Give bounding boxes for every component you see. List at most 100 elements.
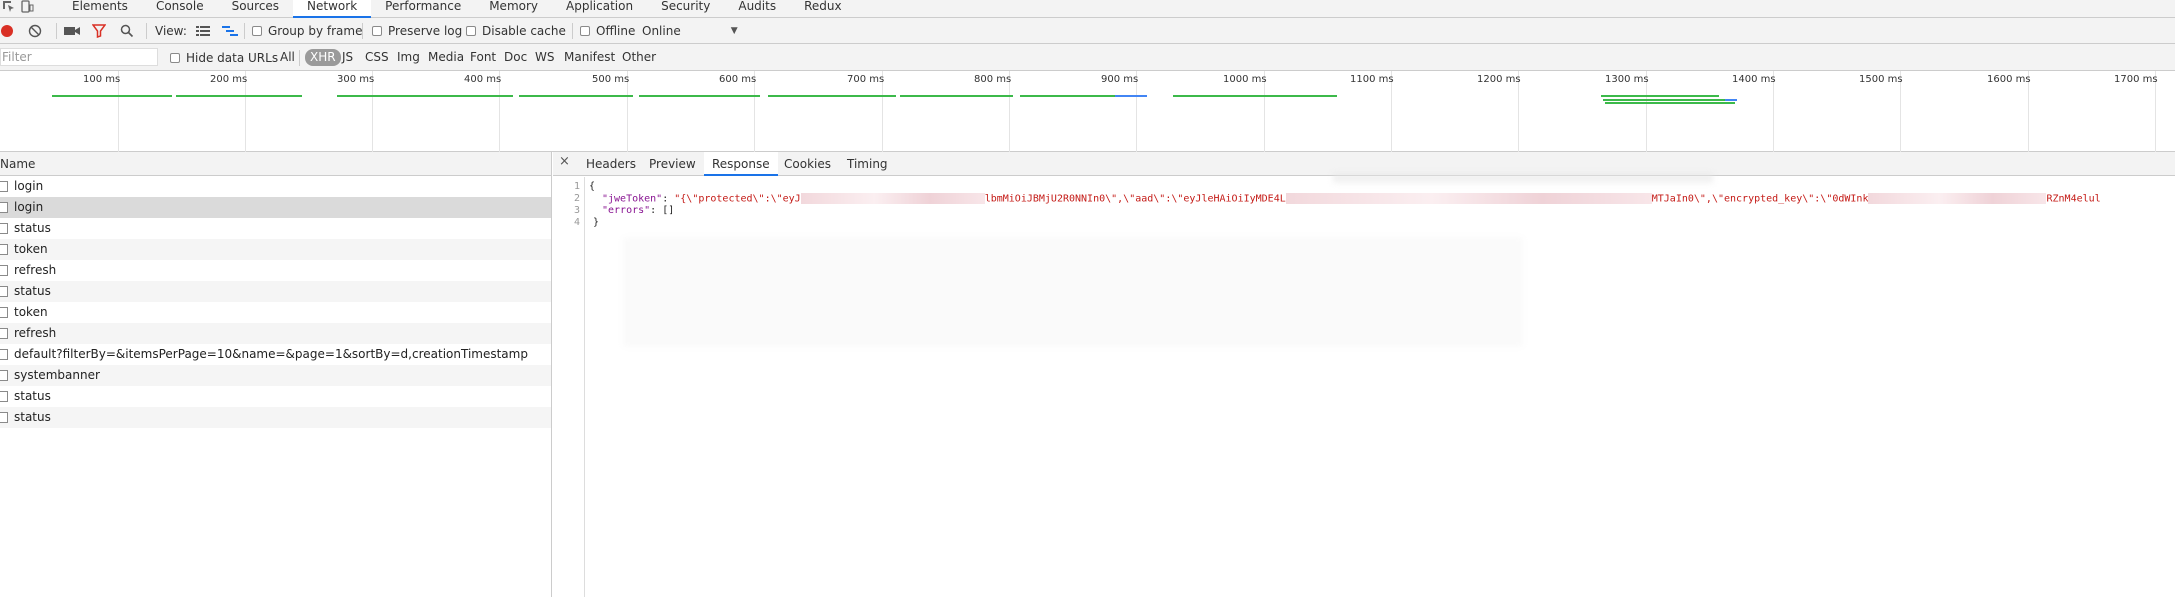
throttling-select[interactable]: Online ▼: [642, 18, 738, 44]
clear-button[interactable]: [28, 18, 42, 44]
offline-label: Offline: [596, 24, 636, 38]
request-name: status: [14, 389, 51, 403]
request-row[interactable]: status: [0, 281, 551, 302]
preserve-log-label: Preserve log: [388, 24, 463, 38]
timeline-tick-label: 600 ms: [719, 74, 757, 85]
tab-response[interactable]: Response: [704, 152, 778, 176]
filter-input[interactable]: [0, 48, 158, 66]
throttling-value: Online: [642, 24, 681, 38]
timeline-tick-label: 200 ms: [210, 74, 248, 85]
json-value-jwe-part: MTJaIn0\",\"encrypted_key\":\"0dWInk: [1651, 193, 1869, 205]
xhr-file-icon: [0, 202, 8, 213]
timeline-tick-label: 1500 ms: [1859, 74, 1903, 85]
timeline-request-bar: [1115, 95, 1147, 97]
line-number: 4: [573, 217, 580, 228]
network-toolbar: View: Group by frame Preserve log Disabl…: [0, 18, 2175, 44]
screenshot-capture-button[interactable]: [64, 18, 80, 44]
timeline-request-bar: [900, 95, 1013, 97]
tab-redux[interactable]: Redux: [790, 0, 856, 18]
tab-console[interactable]: Console: [142, 0, 218, 18]
code-line: "jweToken": "{\"protected\":\"eyJ lbmMiOi…: [602, 193, 2101, 205]
close-icon[interactable]: ×: [559, 154, 570, 169]
timeline-tick-label: 400 ms: [464, 74, 502, 85]
large-rows-button[interactable]: [196, 18, 210, 44]
filter-type-img[interactable]: Img: [394, 49, 423, 66]
request-name: refresh: [14, 326, 57, 340]
checkbox-box: [580, 26, 590, 36]
request-row[interactable]: default?filterBy=&itemsPerPage=10&name=&…: [0, 344, 551, 365]
line-number-gutter: 1 2 3 4: [553, 177, 585, 597]
json-key-errors: "errors": [602, 205, 651, 216]
hide-data-urls-label: Hide data URLs: [186, 50, 279, 65]
tab-application[interactable]: Application: [552, 0, 647, 18]
filter-type-xhr[interactable]: XHR: [305, 49, 341, 66]
toolbar-divider: [56, 23, 57, 39]
dropdown-arrow-icon: ▼: [730, 26, 738, 36]
group-by-frame-checkbox[interactable]: Group by frame: [252, 18, 362, 44]
tab-preview[interactable]: Preview: [641, 152, 704, 176]
timeline-tick-label: 800 ms: [974, 74, 1012, 85]
timeline-tick-label: 700 ms: [847, 74, 885, 85]
request-row[interactable]: status: [0, 218, 551, 239]
timeline-request-bar: [1603, 99, 1733, 101]
request-row[interactable]: token: [0, 239, 551, 260]
tab-sources[interactable]: Sources: [218, 0, 293, 18]
filter-type-ws[interactable]: WS: [532, 49, 557, 66]
json-close-brace: }: [593, 217, 600, 228]
name-column-header[interactable]: Name: [0, 152, 551, 176]
waterfall-icon: [222, 26, 238, 36]
search-button[interactable]: [120, 18, 134, 44]
request-row[interactable]: systembanner: [0, 365, 551, 386]
offline-checkbox[interactable]: Offline: [580, 18, 635, 44]
tab-cookies[interactable]: Cookies: [776, 152, 839, 176]
filter-type-doc[interactable]: Doc: [501, 49, 530, 66]
filter-type-font[interactable]: Font: [467, 49, 499, 66]
redacted-block: [1868, 193, 2047, 204]
filter-toggle-button[interactable]: [92, 18, 106, 44]
waterfall-view-button[interactable]: [222, 18, 238, 44]
timeline-tick-label: 100 ms: [83, 74, 121, 85]
tab-network[interactable]: Network: [293, 0, 372, 18]
xhr-file-icon: [0, 307, 8, 318]
request-row[interactable]: login: [0, 197, 551, 218]
tab-performance[interactable]: Performance: [371, 0, 475, 18]
device-toolbar-icon[interactable]: [20, 0, 34, 14]
request-row[interactable]: refresh: [0, 323, 551, 344]
request-name: token: [14, 305, 48, 319]
line-number: 2: [573, 193, 580, 204]
panel-tabs: Elements Console Sources Network Perform…: [58, 0, 856, 18]
filter-type-media[interactable]: Media: [425, 49, 467, 66]
tab-timing[interactable]: Timing: [839, 152, 896, 176]
network-overview-timeline[interactable]: 100 ms 200 ms 300 ms 400 ms 500 ms 600 m…: [0, 71, 2175, 152]
request-row[interactable]: refresh: [0, 260, 551, 281]
tab-memory[interactable]: Memory: [475, 0, 552, 18]
tab-security[interactable]: Security: [647, 0, 724, 18]
hide-data-urls-checkbox[interactable]: Hide data URLs: [170, 44, 278, 71]
timeline-request-bar: [1020, 95, 1115, 97]
preserve-log-checkbox[interactable]: Preserve log: [372, 18, 462, 44]
timeline-tick-label: 1700 ms: [2114, 74, 2158, 85]
request-row[interactable]: login: [0, 176, 551, 197]
response-body[interactable]: 1 2 3 4 { "jweToken": "{\"protected\":\"…: [553, 173, 2175, 597]
tab-audits[interactable]: Audits: [724, 0, 790, 18]
filter-type-all[interactable]: All: [277, 49, 298, 66]
blur-overlay: [1333, 173, 1713, 183]
json-key-jwe-token: "jweToken": [602, 193, 663, 205]
tab-headers[interactable]: Headers: [578, 152, 644, 176]
inspect-element-icon[interactable]: [2, 0, 16, 14]
filter-type-js[interactable]: JS: [339, 49, 356, 66]
request-row[interactable]: token: [0, 302, 551, 323]
request-name: login: [14, 179, 44, 193]
request-row[interactable]: status: [0, 407, 551, 428]
filter-type-manifest[interactable]: Manifest: [561, 49, 618, 66]
filter-type-other[interactable]: Other: [619, 49, 659, 66]
request-row[interactable]: status: [0, 386, 551, 407]
disable-cache-checkbox[interactable]: Disable cache: [466, 18, 566, 44]
tab-elements[interactable]: Elements: [58, 0, 142, 18]
timeline-tick-label: 1100 ms: [1350, 74, 1394, 85]
record-button[interactable]: [0, 18, 14, 44]
xhr-file-icon: [0, 286, 8, 297]
timeline-request-bar: [519, 95, 633, 97]
filter-type-css[interactable]: CSS: [362, 49, 392, 66]
redacted-block: [800, 193, 985, 204]
